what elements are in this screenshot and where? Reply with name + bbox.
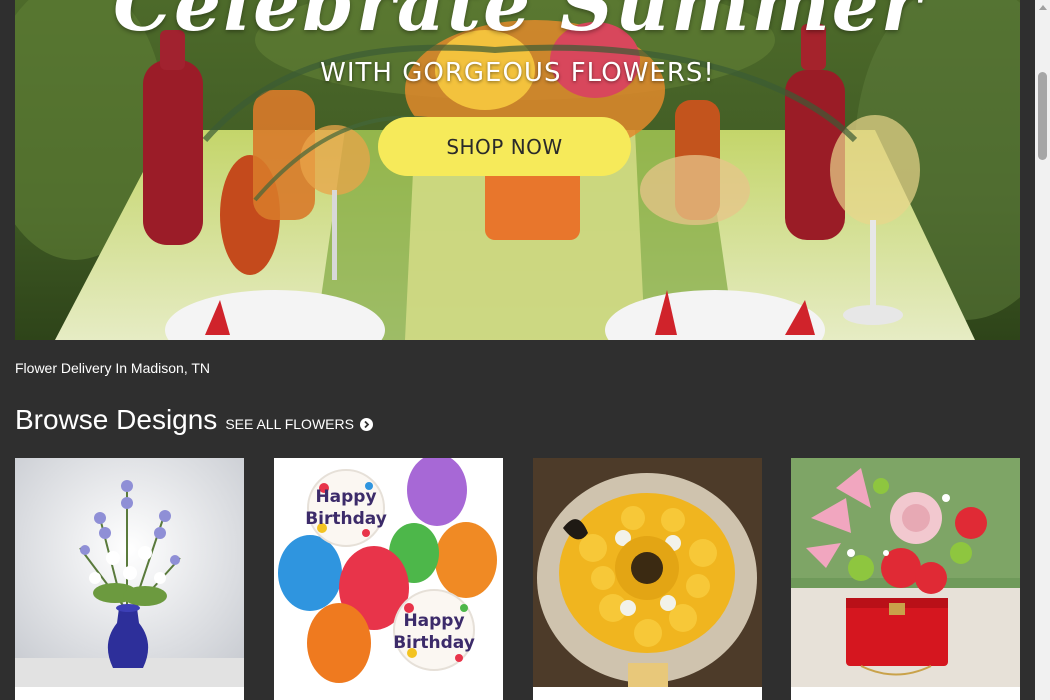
card-footer (533, 687, 762, 700)
hero-script-title: Celebrate Summer (113, 0, 922, 48)
product-card-blue-vase[interactable] (15, 458, 244, 700)
balloon-birthday-text-1: Birthday (305, 509, 387, 529)
pink-red-flowers-red-box-image (791, 458, 1020, 687)
card-footer (15, 687, 244, 700)
page: Celebrate Summer WITH GORGEOUS FLOWERS! … (0, 0, 1035, 700)
location-heading: Flower Delivery In Madison, TN (15, 360, 211, 376)
balloon-birthday-text-2: Birthday (393, 633, 475, 653)
balloon-happy-text-2: Happy (403, 611, 464, 631)
product-card-yellow-roses[interactable] (533, 458, 762, 700)
see-all-label: SEE ALL FLOWERS (225, 416, 354, 432)
product-card-red-box-flowers[interactable] (791, 458, 1020, 700)
browse-header: Browse Designs SEE ALL FLOWERS (15, 404, 373, 436)
shop-now-button[interactable]: SHOP NOW (378, 117, 631, 176)
chevron-right-circle-icon (359, 417, 373, 431)
hero-banner[interactable]: Celebrate Summer WITH GORGEOUS FLOWERS! … (15, 0, 1020, 340)
card-footer (791, 687, 1020, 700)
scroll-up-arrow-icon[interactable] (1035, 0, 1050, 14)
vertical-scrollbar[interactable] (1035, 0, 1050, 700)
product-card-birthday-balloons[interactable]: Happy Birthday Happy Birthday (274, 458, 503, 700)
balloon-happy-text-1: Happy (315, 487, 376, 507)
hero-subtitle: WITH GORGEOUS FLOWERS! (320, 58, 715, 88)
yellow-rose-sunflower-bouquet-image (533, 458, 762, 687)
section-title: Browse Designs (15, 404, 218, 435)
card-footer (274, 687, 503, 700)
happy-birthday-balloons-image: Happy Birthday Happy Birthday (274, 458, 503, 687)
blue-vase-bouquet-image (15, 458, 244, 687)
see-all-flowers-link[interactable]: SEE ALL FLOWERS (225, 416, 373, 432)
scrollbar-thumb[interactable] (1038, 72, 1047, 160)
